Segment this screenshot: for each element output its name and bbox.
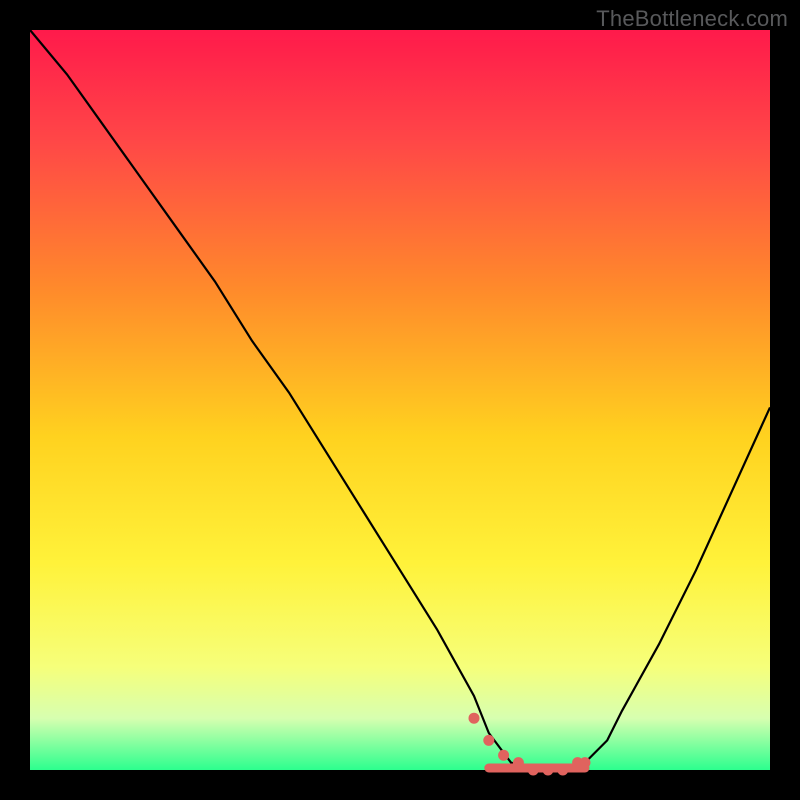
curve-layer [30,30,770,770]
valley-marker-dot [469,713,480,724]
plot-area [30,30,770,770]
watermark-text: TheBottleneck.com [596,6,788,32]
bottleneck-curve [30,30,770,770]
valley-marker-dot [483,735,494,746]
valley-markers [469,713,591,776]
chart-stage: TheBottleneck.com [0,0,800,800]
valley-marker-dot [498,750,509,761]
